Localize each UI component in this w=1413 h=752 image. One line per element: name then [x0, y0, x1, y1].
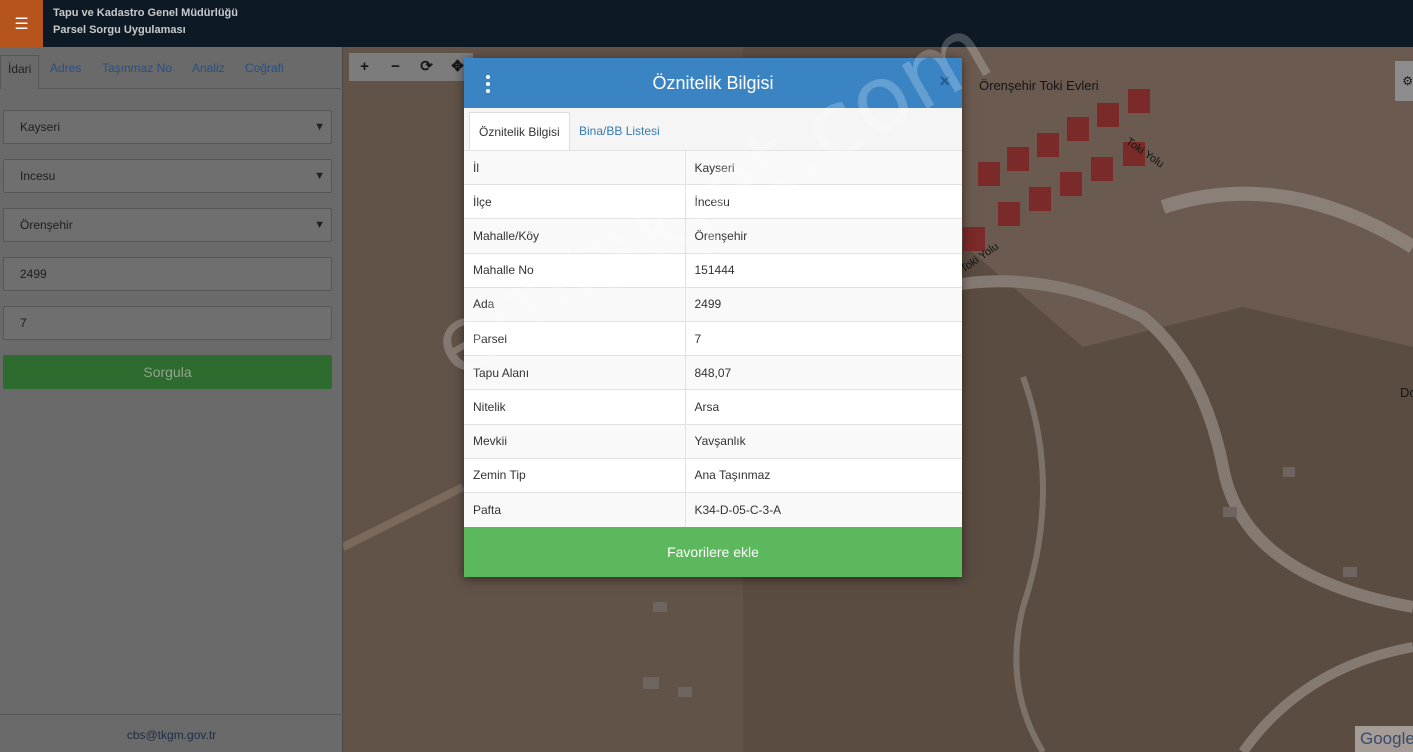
attribute-table: İl Kayseri İlçe İncesu Mahalle/Köy Örenşehi…: [464, 149, 962, 527]
row-label: Nitelik: [464, 389, 685, 424]
table-row: Zemin Tip Ana Taşınmaz: [464, 457, 962, 493]
add-to-favorites-button[interactable]: Favorilere ekle: [464, 527, 962, 577]
il-select-value: Kayseri: [20, 120, 61, 134]
edge-label: Do: [1400, 385, 1413, 400]
kebab-menu-icon[interactable]: [484, 73, 492, 93]
menu-button[interactable]: ☰: [0, 0, 43, 47]
table-row: Mahalle/Köy Örenşehir: [464, 218, 962, 254]
parsel-input[interactable]: 7: [3, 306, 332, 340]
map-toolbar: + − ⟳ ✥: [349, 53, 473, 81]
hamburger-icon: ☰: [14, 15, 29, 33]
footer-email-link[interactable]: cbs@tkgm.gov.tr: [127, 728, 216, 742]
poi-label: Örenşehir Toki Evleri: [979, 78, 1099, 93]
mahalle-select-value: Örenşehir: [20, 218, 73, 232]
row-value: 7: [684, 320, 962, 356]
table-row: Tapu Alanı 848,07: [464, 355, 962, 390]
tab-tasinmaz-no[interactable]: Taşınmaz No: [95, 55, 179, 89]
app-title-line2: Parsel Sorgu Uygulaması: [53, 24, 186, 36]
row-label: Zemin Tip: [464, 457, 685, 493]
chevron-down-icon: ▼: [314, 121, 325, 133]
table-row: İl Kayseri: [464, 149, 962, 185]
chevron-down-icon: ▼: [314, 219, 325, 231]
app: ☰ Tapu ve Kadastro Genel Müdürlüğü Parse…: [0, 0, 1413, 752]
il-select[interactable]: Kayseri ▼: [3, 110, 332, 144]
sidebar: İdari Adres Taşınmaz No Analiz Coğrafi K…: [0, 47, 343, 752]
dialog-title: Öznitelik Bilgisi: [652, 73, 774, 93]
row-label: Ada: [464, 286, 685, 322]
google-logo: Google: [1355, 726, 1413, 752]
table-row: Pafta K34-D-05-C-3-A: [464, 491, 962, 527]
close-icon[interactable]: ×: [939, 71, 950, 92]
tab-bina-bb-listesi[interactable]: Bina/BB Listesi: [570, 112, 669, 151]
sidebar-tabs: İdari Adres Taşınmaz No Analiz Coğrafi: [0, 47, 343, 89]
row-label: Parsel: [464, 320, 685, 356]
row-label: Mevkii: [464, 423, 685, 459]
chevron-down-icon: ▼: [314, 170, 325, 182]
row-label: İlçe: [464, 184, 685, 219]
tab-idari[interactable]: İdari: [0, 55, 40, 89]
mahalle-select[interactable]: Örenşehir ▼: [3, 208, 332, 242]
row-label: Tapu Alanı: [464, 355, 685, 390]
zoom-in-button[interactable]: +: [349, 53, 380, 81]
table-row: Mahalle No 151444: [464, 252, 962, 288]
tab-adres[interactable]: Adres: [43, 55, 88, 89]
settings-icon[interactable]: ⚙: [1395, 61, 1413, 101]
row-value: Kayseri: [684, 149, 962, 185]
row-label: Pafta: [464, 491, 685, 527]
app-title-line1: Tapu ve Kadastro Genel Müdürlüğü: [53, 7, 238, 19]
dialog-tabs: Öznitelik Bilgisi Bina/BB Listesi: [464, 108, 962, 151]
row-value: 2499: [684, 286, 962, 322]
row-value: 848,07: [684, 355, 962, 390]
row-label: İl: [464, 149, 685, 185]
tab-oznitelik-bilgisi[interactable]: Öznitelik Bilgisi: [469, 112, 570, 151]
table-row: Mevkii Yavşanlık: [464, 423, 962, 459]
row-value: Yavşanlık: [684, 423, 962, 459]
tab-cografi[interactable]: Coğrafi: [238, 55, 291, 89]
row-value: Ana Taşınmaz: [684, 457, 962, 493]
ilce-select[interactable]: Incesu ▼: [3, 159, 332, 193]
refresh-button[interactable]: ⟳: [411, 53, 442, 81]
sorgula-button[interactable]: Sorgula: [3, 355, 332, 389]
table-row: Ada 2499: [464, 286, 962, 322]
row-value: K34-D-05-C-3-A: [684, 491, 962, 527]
table-row: Nitelik Arsa: [464, 389, 962, 424]
table-row: Parsel 7: [464, 320, 962, 356]
row-value: Örenşehir: [684, 218, 962, 254]
row-value: İncesu: [684, 184, 962, 219]
dialog-header: Öznitelik Bilgisi ×: [464, 58, 962, 108]
row-label: Mahalle/Köy: [464, 218, 685, 254]
row-value: 151444: [684, 252, 962, 288]
row-value: Arsa: [684, 389, 962, 424]
ada-input[interactable]: 2499: [3, 257, 332, 291]
table-row: İlçe İncesu: [464, 184, 962, 219]
attribute-dialog: Öznitelik Bilgisi × Öznitelik Bilgisi Bi…: [464, 58, 962, 577]
top-bar: ☰ Tapu ve Kadastro Genel Müdürlüğü Parse…: [0, 0, 1413, 47]
tab-analiz[interactable]: Analiz: [185, 55, 232, 89]
sidebar-footer: cbs@tkgm.gov.tr: [0, 714, 343, 752]
row-label: Mahalle No: [464, 252, 685, 288]
app-title: Tapu ve Kadastro Genel Müdürlüğü Parsel …: [53, 5, 238, 39]
zoom-out-button[interactable]: −: [380, 53, 411, 81]
ilce-select-value: Incesu: [20, 169, 56, 183]
